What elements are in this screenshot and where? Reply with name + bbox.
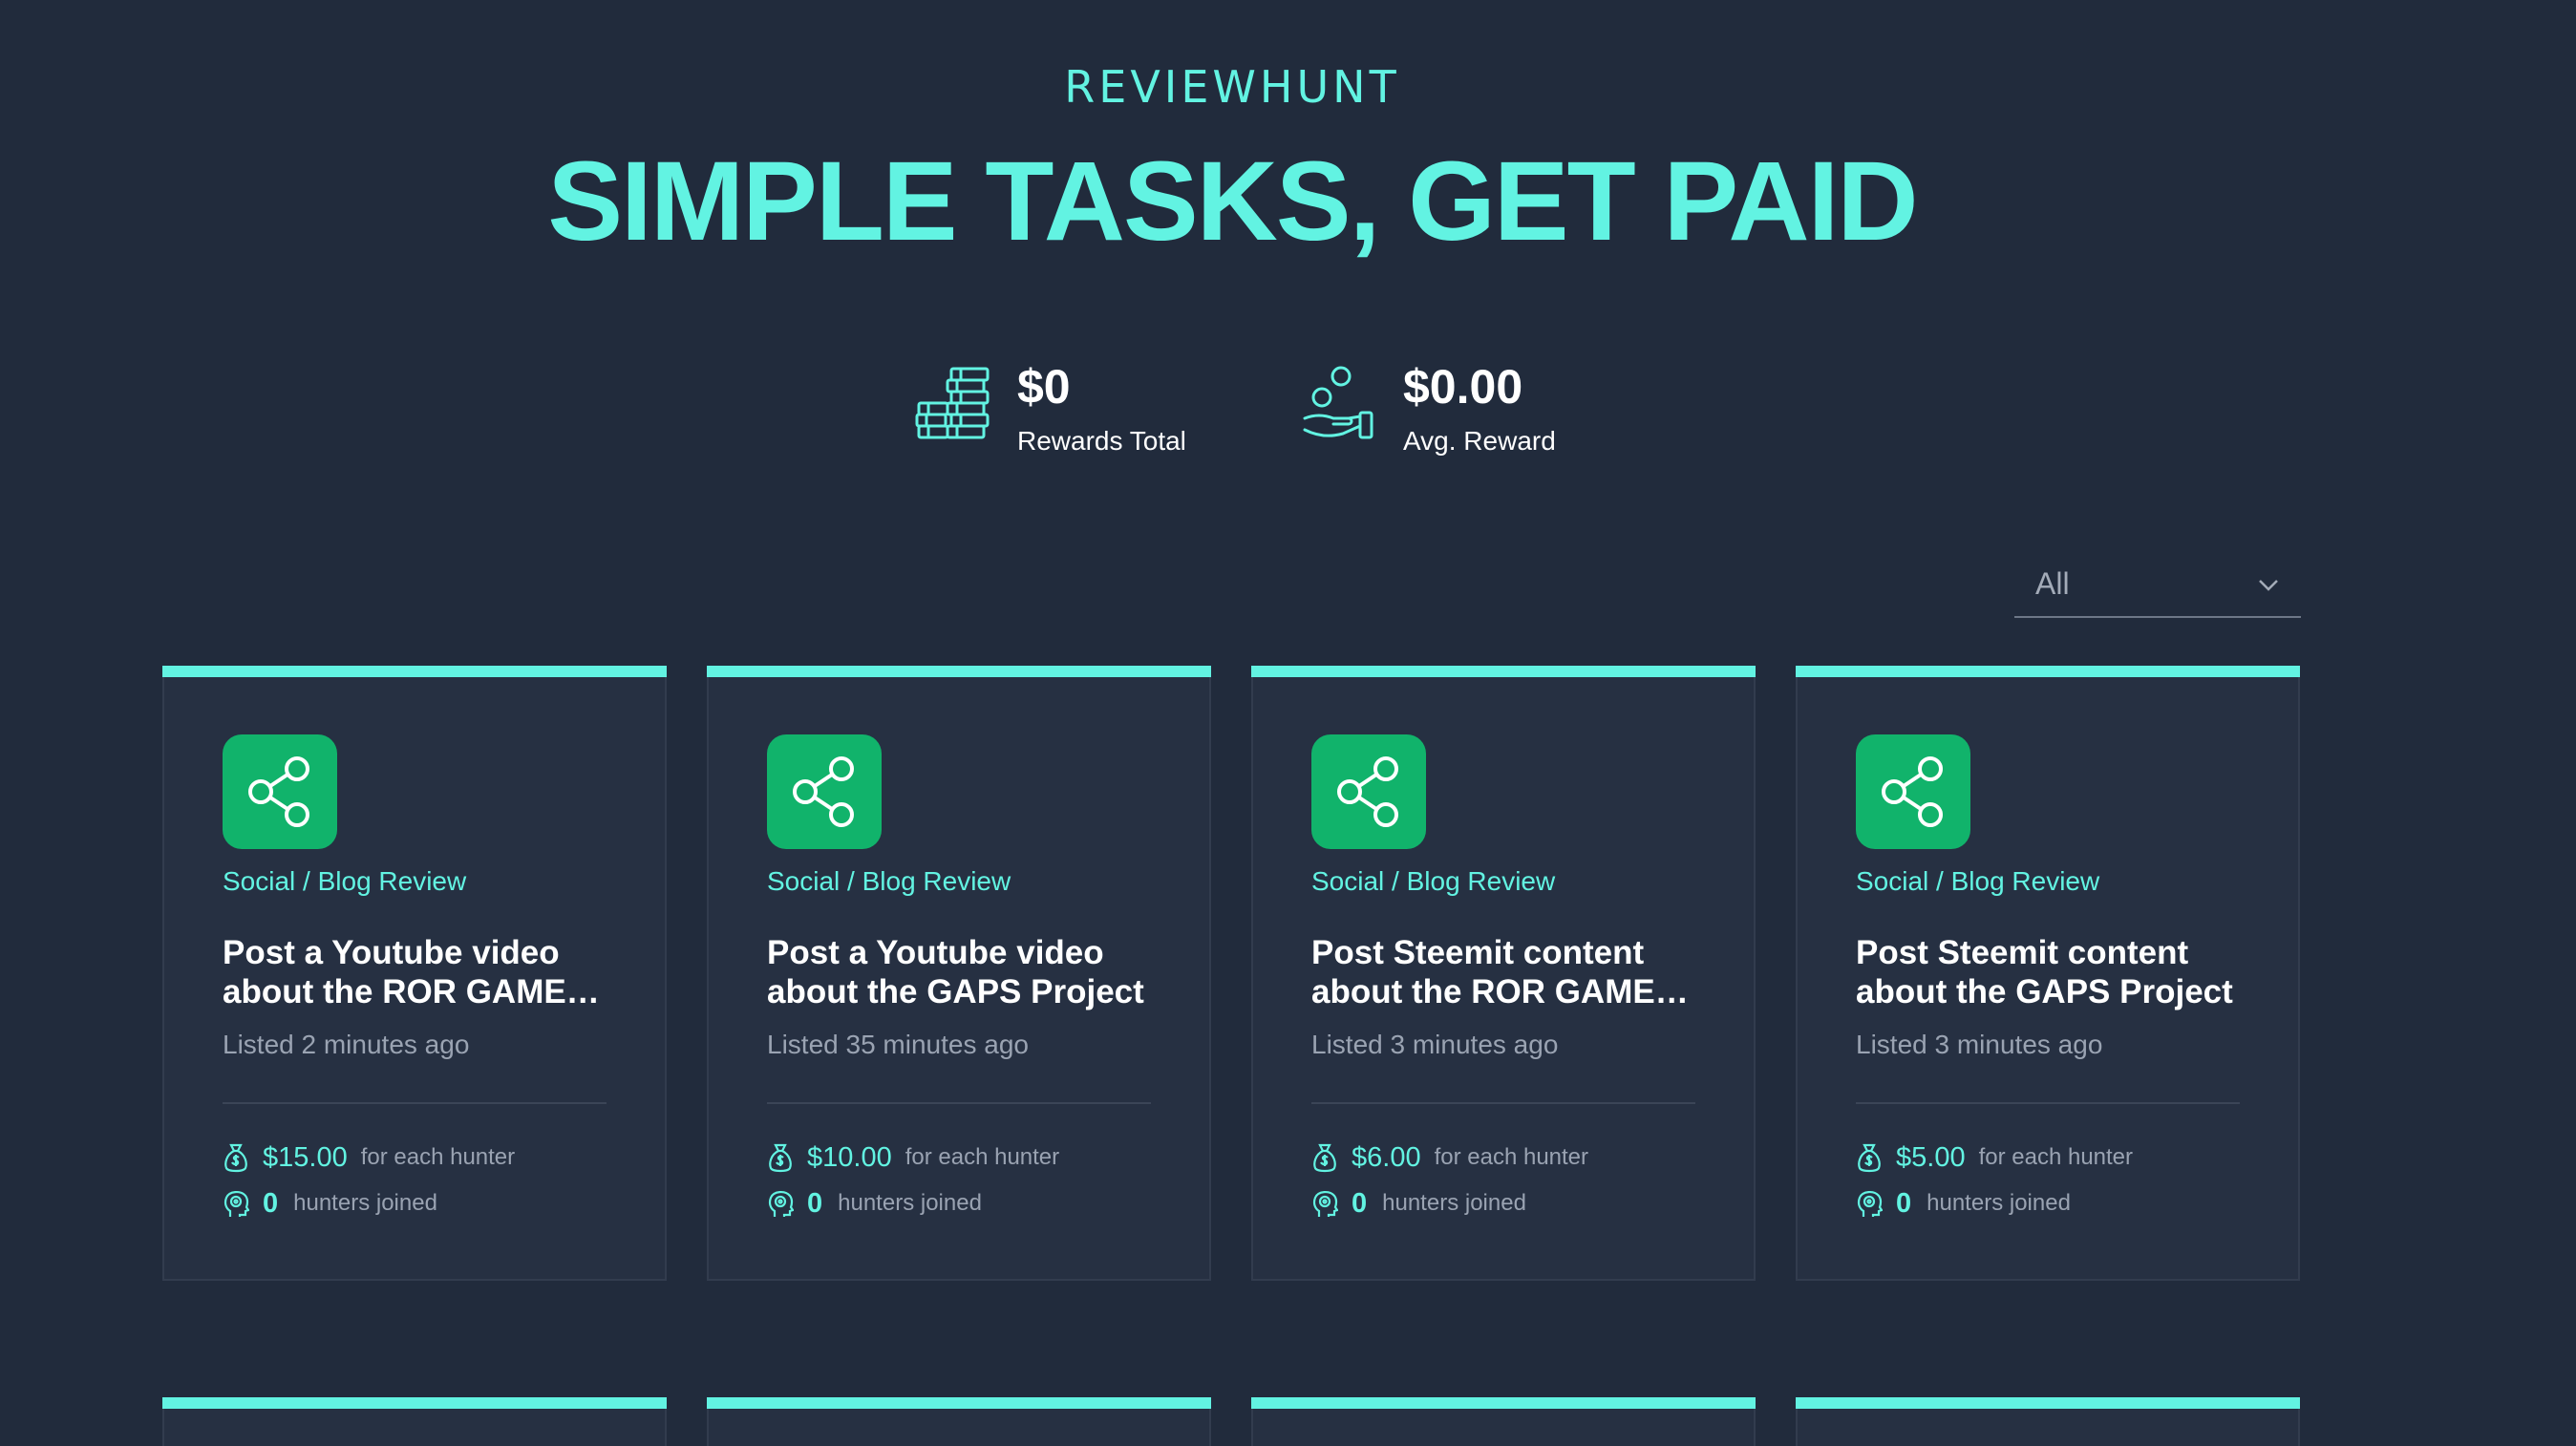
page: REVIEWHUNT SIMPLE TASKS, GET PAID $0 Rew… [0,0,2576,1446]
task-reward-row: $5.00 for each hunter [1856,1138,2133,1177]
task-title[interactable]: Post a Youtube video about the ROR GAME… [223,933,605,1011]
task-title[interactable]: Post Steemit content about the ROR GAME… [1311,933,1693,1011]
task-card[interactable] [1796,1397,2300,1446]
task-card[interactable]: Social / Blog Review Post Steemit conten… [1796,666,2300,1281]
task-card[interactable] [1251,1397,1756,1446]
stat-rewards-total: $0 Rewards Total [915,353,1221,468]
task-reward-amount: $15.00 [263,1141,348,1173]
task-listed-time: Listed 35 minutes ago [767,1030,1029,1059]
task-reward-row: $15.00 for each hunter [223,1138,515,1177]
money-bag-icon [1313,1143,1336,1173]
task-card[interactable] [707,1397,1211,1446]
hunter-head-icon [224,1191,249,1217]
filter-selected-value: All [2035,566,2070,601]
task-card[interactable] [162,1397,667,1446]
task-reward-suffix: for each hunter [1978,1144,2134,1170]
task-title-line: Post a Youtube video [223,934,560,971]
chevron-down-icon [2259,580,2278,591]
task-reward-amount: $10.00 [807,1141,892,1173]
task-title-line: Post Steemit content [1311,934,1645,971]
task-hunters-row: 0 hunters joined [767,1184,982,1223]
task-category: Social / Blog Review [767,866,1011,896]
share-icon [767,734,882,849]
page-headline: SIMPLE TASKS, GET PAID [547,138,1918,265]
brand-logo[interactable]: REVIEWHUNT [0,61,2464,113]
task-title-line: about the GAPS Project [1856,973,2233,1010]
money-bag-icon [224,1143,247,1173]
task-reward-suffix: for each hunter [360,1144,516,1170]
task-hunters-count: 0 [807,1187,823,1219]
share-icon [1311,734,1426,849]
task-title-line: about the ROR GAME… [1311,973,1689,1010]
rewards-total-value: $0 [1017,360,1071,414]
task-reward-amount: $6.00 [1352,1141,1421,1173]
card-divider [767,1102,1151,1104]
task-title[interactable]: Post a Youtube video about the GAPS Proj… [767,933,1149,1011]
coin-stack-icon [915,367,990,439]
task-category: Social / Blog Review [1856,866,2100,896]
rewards-total-label: Rewards Total [1017,426,1186,456]
hunter-head-icon [1312,1191,1338,1217]
avg-reward-label: Avg. Reward [1403,426,1556,456]
card-divider [1856,1102,2240,1104]
stat-avg-reward: $0.00 Avg. Reward [1301,353,1607,468]
share-icon [223,734,337,849]
task-listed-time: Listed 3 minutes ago [1311,1030,1559,1059]
share-icon [1856,734,1970,849]
task-hunters-row: 0 hunters joined [1856,1184,2071,1223]
task-hunters-suffix: hunters joined [293,1190,437,1216]
task-hunters-count: 0 [1352,1187,1368,1219]
card-divider [223,1102,607,1104]
task-card[interactable]: Social / Blog Review Post a Youtube vide… [162,666,667,1281]
task-reward-row: $6.00 for each hunter [1311,1138,1588,1177]
task-hunters-row: 0 hunters joined [1311,1184,1526,1223]
task-card[interactable]: Social / Blog Review Post a Youtube vide… [707,666,1211,1281]
task-reward-row: $10.00 for each hunter [767,1138,1059,1177]
task-reward-amount: $5.00 [1896,1141,1966,1173]
task-hunters-suffix: hunters joined [838,1190,982,1216]
card-divider [1311,1102,1695,1104]
task-title-line: Post a Youtube video [767,934,1104,971]
task-reward-suffix: for each hunter [1434,1144,1589,1170]
category-filter-select[interactable]: All [2014,559,2301,618]
task-hunters-suffix: hunters joined [1927,1190,2071,1216]
task-category: Social / Blog Review [223,866,467,896]
task-listed-time: Listed 2 minutes ago [223,1030,470,1059]
task-listed-time: Listed 3 minutes ago [1856,1030,2103,1059]
hunter-head-icon [768,1191,794,1217]
task-reward-suffix: for each hunter [905,1144,1060,1170]
money-bag-icon [769,1143,792,1173]
task-title-line: about the GAPS Project [767,973,1144,1010]
task-title[interactable]: Post Steemit content about the GAPS Proj… [1856,933,2238,1011]
task-hunters-count: 0 [263,1187,279,1219]
task-title-line: about the ROR GAME… [223,973,600,1010]
task-category: Social / Blog Review [1311,866,1556,896]
task-hunters-row: 0 hunters joined [223,1184,437,1223]
hunter-head-icon [1857,1191,1883,1217]
task-title-line: Post Steemit content [1856,934,2189,971]
task-card[interactable]: Social / Blog Review Post Steemit conten… [1251,666,1756,1281]
task-hunters-count: 0 [1896,1187,1912,1219]
hand-coins-icon [1303,366,1373,439]
avg-reward-value: $0.00 [1403,360,1523,414]
money-bag-icon [1858,1143,1881,1173]
task-hunters-suffix: hunters joined [1382,1190,1526,1216]
